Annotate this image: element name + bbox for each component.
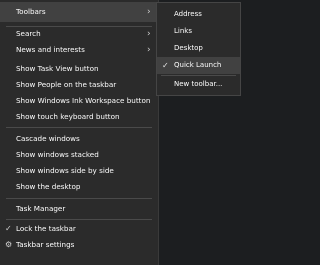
menu-item-label: Task Manager — [16, 204, 66, 213]
menu-item-touch-keyboard[interactable]: Show touch keyboard button — [0, 107, 158, 127]
menu-item-label: Show the desktop — [16, 182, 81, 191]
submenu-item-desktop[interactable]: Desktop — [157, 40, 240, 57]
menu-divider — [6, 127, 152, 128]
chevron-right-icon: › — [147, 45, 151, 55]
gear-icon: ⚙ — [5, 240, 13, 249]
submenu-item-address[interactable]: Address — [157, 6, 240, 23]
menu-item-label: News and interests — [16, 45, 85, 54]
submenu-item-label: Quick Launch — [174, 61, 222, 69]
menu-item-label: Taskbar settings — [16, 240, 75, 249]
menu-item-task-manager[interactable]: Task Manager — [0, 199, 158, 219]
menu-item-label: Show touch keyboard button — [16, 112, 120, 121]
submenu-item-quick-launch[interactable]: ✓ Quick Launch — [157, 57, 240, 74]
menu-item-taskbar-settings[interactable]: ⚙ Taskbar settings — [0, 235, 158, 255]
submenu-item-new-toolbar[interactable]: New toolbar... — [157, 76, 240, 93]
taskbar-context-menu: Toolbars › Search › News and interests ›… — [0, 0, 159, 265]
menu-item-news-and-interests[interactable]: News and interests › — [0, 40, 158, 60]
menu-item-show-desktop[interactable]: Show the desktop — [0, 177, 158, 197]
submenu-item-label: Address — [174, 10, 202, 18]
toolbars-submenu: Address Links Desktop ✓ Quick Launch New… — [156, 2, 241, 96]
submenu-item-label: New toolbar... — [174, 80, 223, 88]
menu-item-label: Toolbars — [16, 7, 46, 16]
menu-item-toolbars[interactable]: Toolbars › — [0, 2, 158, 22]
submenu-item-label: Desktop — [174, 44, 203, 52]
check-icon: ✓ — [162, 61, 169, 70]
chevron-right-icon: › — [147, 7, 151, 17]
submenu-item-label: Links — [174, 27, 192, 35]
submenu-item-links[interactable]: Links — [157, 23, 240, 40]
